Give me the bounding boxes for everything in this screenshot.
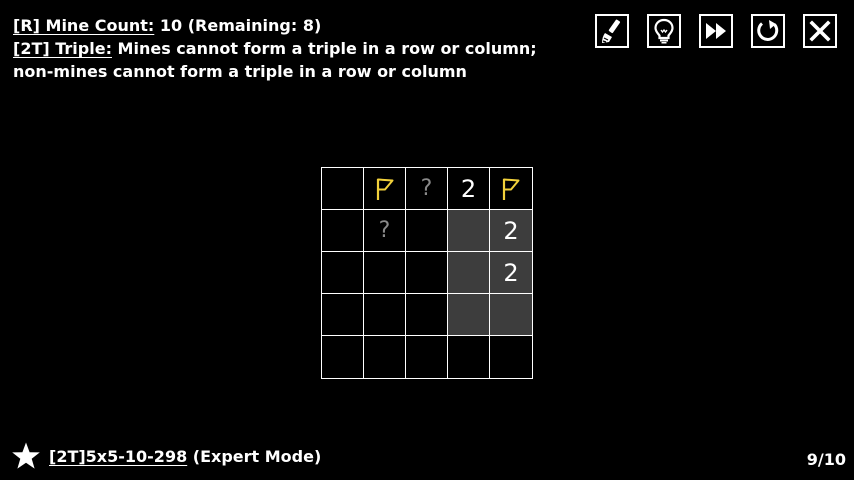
rules-panel: [R] Mine Count: 10 (Remaining: 8) [2T] T… <box>13 14 537 83</box>
cell-number: 2 <box>503 216 519 245</box>
rule-triple: [2T] Triple: Mines cannot form a triple … <box>13 37 537 60</box>
board-cell[interactable] <box>448 294 490 336</box>
toolbar <box>595 14 837 48</box>
rule-mine-count-text: 10 (Remaining: 8) <box>154 16 322 35</box>
puzzle-mode: (Expert Mode) <box>187 446 322 466</box>
board-cell[interactable] <box>364 294 406 336</box>
footer: [2T]5x5-10-298 (Expert Mode) <box>11 441 321 471</box>
board-cell[interactable] <box>490 336 532 378</box>
fast-forward-icon <box>706 23 726 39</box>
puzzle-title: [2T]5x5-10-298 (Expert Mode) <box>49 447 321 466</box>
rule-mine-count: [R] Mine Count: 10 (Remaining: 8) <box>13 14 537 37</box>
lightbulb-icon <box>654 18 674 44</box>
board-cell[interactable] <box>406 294 448 336</box>
rule-triple-text: Mines cannot form a triple in a row or c… <box>111 39 537 58</box>
board-cell[interactable]: 2 <box>490 252 532 294</box>
board-cell[interactable] <box>364 252 406 294</box>
board-cell[interactable] <box>448 210 490 252</box>
board-cell[interactable]: 2 <box>490 210 532 252</box>
cell-unknown-mark: ? <box>378 218 391 243</box>
rule-triple-continued: non-mines cannot form a triple in a row … <box>13 62 467 81</box>
flag-icon <box>376 178 393 200</box>
star-icon[interactable] <box>11 441 41 471</box>
game-board: ? 2? 2 2 <box>321 167 533 379</box>
brush-button[interactable] <box>595 14 629 48</box>
board-cell[interactable] <box>406 210 448 252</box>
puzzle-code-link[interactable]: [2T]5x5-10-298 <box>49 447 187 466</box>
board-cell[interactable] <box>490 168 532 210</box>
board-cell[interactable] <box>448 336 490 378</box>
cell-unknown-mark: ? <box>420 176 433 201</box>
puzzle-progress: 9/10 <box>806 450 846 469</box>
board-cell[interactable] <box>322 336 364 378</box>
cell-number: 2 <box>503 258 519 287</box>
restart-icon <box>757 20 779 41</box>
board-cell[interactable] <box>322 294 364 336</box>
board-cell[interactable] <box>322 210 364 252</box>
rule-tag-mine-count[interactable]: [R] Mine Count: <box>13 16 154 35</box>
close-icon <box>809 20 831 42</box>
board-cell[interactable] <box>364 168 406 210</box>
rule-tag-triple[interactable]: [2T] Triple: <box>13 39 112 58</box>
board-cell[interactable] <box>406 252 448 294</box>
cell-number: 2 <box>460 174 477 203</box>
brush-icon <box>602 19 621 43</box>
board-cell[interactable]: ? <box>364 210 406 252</box>
close-button[interactable] <box>803 14 837 48</box>
restart-button[interactable] <box>751 14 785 48</box>
hint-button[interactable] <box>647 14 681 48</box>
board-cell[interactable] <box>322 168 364 210</box>
board-cell[interactable] <box>322 252 364 294</box>
board-cell[interactable] <box>448 252 490 294</box>
board-cell[interactable] <box>406 336 448 378</box>
board-cell[interactable]: ? <box>406 168 448 210</box>
board-cell[interactable]: 2 <box>448 168 490 210</box>
board-cell[interactable] <box>364 336 406 378</box>
flag-icon <box>502 178 520 200</box>
board-cell[interactable] <box>490 294 532 336</box>
skip-button[interactable] <box>699 14 733 48</box>
